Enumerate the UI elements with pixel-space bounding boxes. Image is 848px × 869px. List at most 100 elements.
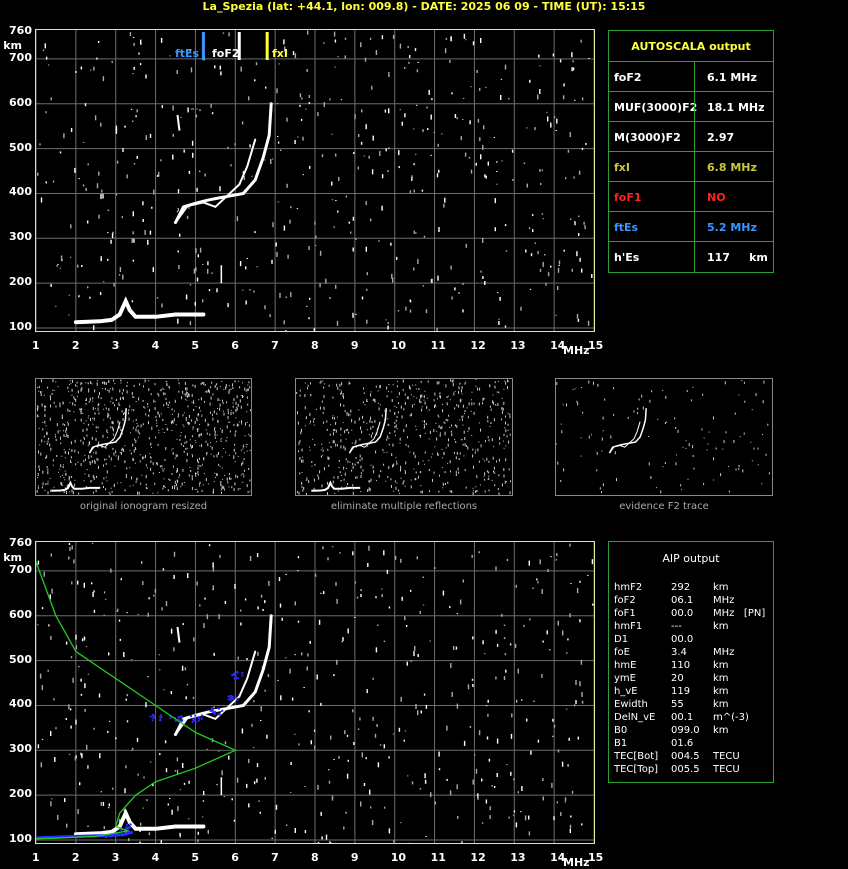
thumb-noise bbox=[616, 478, 617, 482]
thumb-noise bbox=[98, 412, 100, 415]
thumb-noise bbox=[392, 464, 394, 468]
thumb-noise bbox=[214, 427, 216, 429]
thumb-noise bbox=[144, 379, 146, 383]
thumb-noise bbox=[415, 471, 417, 474]
thumb-noise bbox=[97, 407, 99, 410]
thumb-noise bbox=[484, 490, 486, 493]
thumb-noise bbox=[588, 435, 590, 439]
thumb-noise bbox=[446, 402, 448, 406]
thumb-noise bbox=[438, 381, 440, 385]
thumb-noise bbox=[67, 422, 69, 426]
thumb-noise bbox=[66, 491, 67, 494]
thumb-noise bbox=[220, 488, 222, 491]
thumb-noise bbox=[305, 479, 307, 481]
thumb-noise bbox=[346, 412, 348, 416]
thumb-noise bbox=[165, 381, 167, 383]
thumb-noise bbox=[187, 421, 189, 424]
thumb-noise bbox=[477, 387, 479, 391]
thumb-noise bbox=[431, 453, 433, 455]
thumb-noise bbox=[132, 428, 134, 430]
thumb-noise bbox=[228, 454, 230, 456]
aip-key: ymE bbox=[614, 673, 636, 684]
thumb-noise bbox=[53, 389, 55, 391]
thumb-noise bbox=[222, 399, 223, 402]
thumb-noise bbox=[489, 405, 491, 408]
thumb-noise bbox=[152, 492, 154, 494]
aip-fit-dot bbox=[197, 719, 200, 722]
thumb-noise bbox=[467, 431, 469, 433]
thumb-noise bbox=[424, 425, 426, 428]
thumb-noise bbox=[183, 445, 185, 447]
thumb-noise bbox=[68, 448, 70, 450]
thumb-noise bbox=[234, 461, 236, 462]
thumb-noise bbox=[345, 438, 347, 440]
thumb-noise bbox=[401, 415, 403, 419]
thumb-noise bbox=[88, 441, 90, 445]
thumb-noise bbox=[83, 460, 85, 463]
thumb-noise bbox=[412, 384, 414, 386]
thumb-noise bbox=[340, 439, 342, 443]
thumb-noise bbox=[328, 442, 330, 444]
thumb-noise bbox=[596, 451, 598, 455]
thumb-noise bbox=[210, 442, 211, 444]
thumb-noise bbox=[301, 485, 303, 488]
thumb-noise bbox=[386, 437, 388, 439]
thumb-noise bbox=[496, 460, 497, 463]
thumb-noise bbox=[478, 422, 480, 424]
aip-key: foF2 bbox=[614, 595, 636, 606]
thumb-noise bbox=[380, 470, 382, 473]
thumb-noise bbox=[323, 407, 325, 410]
thumb-noise bbox=[191, 419, 192, 422]
thumb-noise bbox=[169, 479, 171, 481]
thumb-noise bbox=[42, 482, 44, 486]
thumb-noise bbox=[132, 420, 134, 422]
thumb-noise bbox=[209, 386, 211, 389]
thumb-noise bbox=[610, 435, 612, 439]
thumb-noise bbox=[88, 390, 90, 393]
thumb-noise bbox=[124, 489, 126, 492]
thumb-noise bbox=[341, 382, 343, 386]
thumb-noise bbox=[144, 407, 146, 409]
thumb-noise bbox=[441, 426, 443, 429]
thumb-noise bbox=[113, 452, 115, 456]
thumb-noise bbox=[96, 382, 98, 384]
thumb-noise bbox=[198, 399, 200, 401]
thumb-noise bbox=[135, 401, 137, 403]
aip-key: foE bbox=[614, 647, 630, 658]
thumb-noise bbox=[180, 486, 182, 488]
thumb-noise bbox=[183, 482, 185, 483]
thumb-noise bbox=[133, 409, 135, 412]
thumb-noise bbox=[69, 380, 71, 382]
thumb-noise bbox=[46, 442, 48, 445]
thumb-noise bbox=[42, 470, 44, 474]
thumb-noise bbox=[186, 459, 188, 463]
thumb-noise bbox=[63, 449, 65, 451]
thumb-noise bbox=[135, 440, 137, 443]
thumb-noise bbox=[194, 384, 196, 388]
thumb-noise bbox=[199, 465, 201, 468]
thumb-noise bbox=[45, 405, 47, 408]
thumb-noise bbox=[172, 465, 174, 468]
thumb-noise bbox=[38, 415, 40, 417]
caption-original: original ionogram resized bbox=[79, 501, 208, 512]
thumb-noise bbox=[233, 423, 235, 426]
thumb-noise bbox=[220, 438, 222, 439]
thumb-noise bbox=[580, 455, 582, 457]
thumb-noise bbox=[191, 435, 193, 438]
thumb-noise bbox=[85, 399, 86, 401]
thumb-noise bbox=[703, 437, 705, 439]
thumb-noise bbox=[335, 421, 337, 425]
aip-value: 06.1 bbox=[671, 595, 694, 606]
thumb-noise bbox=[174, 399, 176, 403]
thumb-noise bbox=[444, 422, 446, 424]
thumb-noise bbox=[64, 479, 66, 481]
thumb-noise bbox=[148, 408, 150, 412]
x-tick-label: 2 bbox=[71, 851, 80, 864]
thumb-noise bbox=[353, 488, 355, 490]
thumb-noise bbox=[71, 489, 73, 493]
thumb-noise bbox=[657, 418, 659, 420]
thumb-noise bbox=[507, 413, 509, 415]
thumb-noise bbox=[154, 482, 156, 485]
thumb-noise bbox=[184, 381, 186, 385]
thumb-noise bbox=[374, 398, 376, 402]
